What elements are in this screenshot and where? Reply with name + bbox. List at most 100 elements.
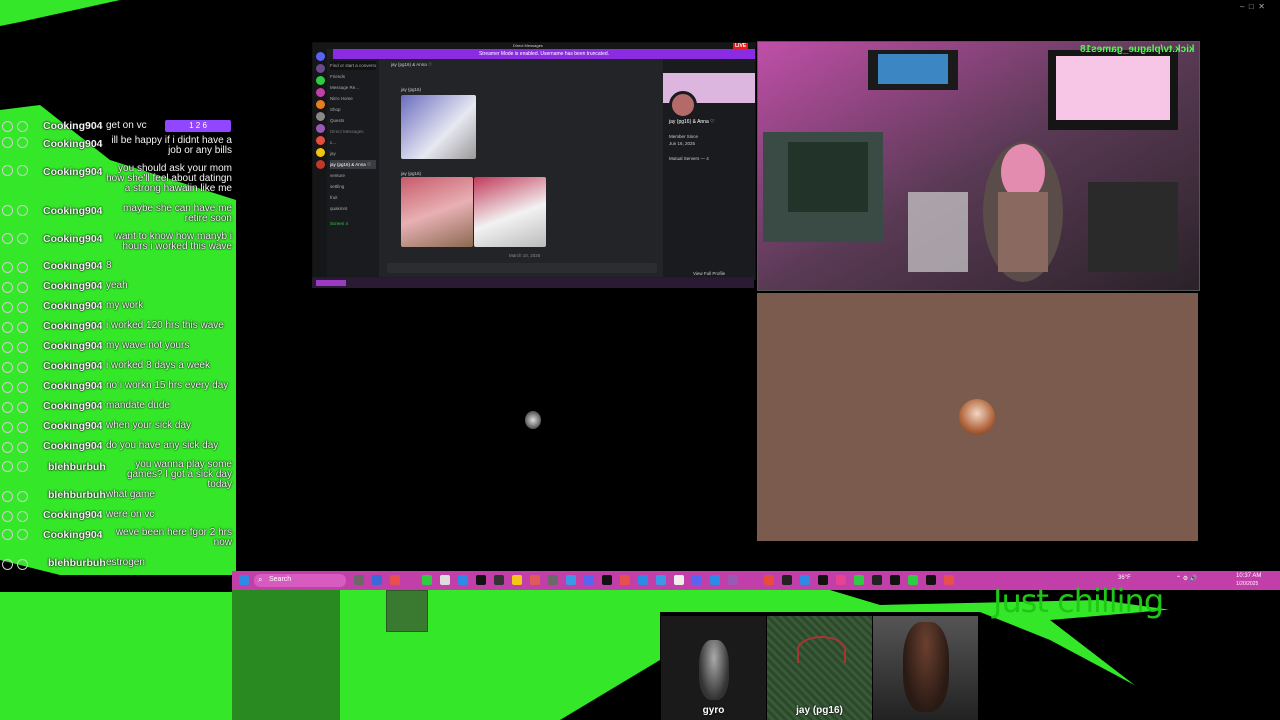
participant-avatar[interactable] (959, 399, 995, 435)
server-icon[interactable] (315, 76, 325, 85)
message-input[interactable] (387, 263, 657, 273)
chat-message: Cooking904 were on vc (0, 510, 236, 524)
webcam-scene (758, 42, 1199, 290)
taskbar-app-icon[interactable] (548, 575, 558, 585)
taskbar-app-icon[interactable] (638, 575, 648, 585)
taskbar-app-icon[interactable] (422, 575, 432, 585)
taskbar-app-icon[interactable] (584, 575, 594, 585)
taskbar-app-icon[interactable] (656, 575, 666, 585)
chat-text: get on vc (106, 120, 147, 131)
taskbar-app-icon[interactable] (476, 575, 486, 585)
streamer-mode-banner: Streamer Mode is enabled. Username has b… (333, 49, 755, 59)
taskbar-app-icon[interactable] (872, 575, 882, 585)
participant-tile (757, 293, 1198, 541)
chat-message: Cooking904 maybe she can have me retire … (0, 204, 236, 228)
taskbar-app-icon[interactable] (372, 575, 382, 585)
dm-item[interactable]: fruit (330, 193, 376, 202)
nav-message-requests[interactable]: Message Re... (330, 83, 376, 92)
taskbar-app-icon[interactable] (710, 575, 720, 585)
discord-window: Direct Messages LIVE Streamer Mode is en… (312, 42, 756, 280)
taskbar-app-icon[interactable] (440, 575, 450, 585)
chat-message: Cooking904 do you have any sick day (0, 441, 236, 455)
webcam-feed: kick.tv/plague_games18 (757, 41, 1200, 291)
taskbar-app-icon[interactable] (836, 575, 846, 585)
participant-tile[interactable]: gyro (661, 616, 766, 720)
chat-message: Cooking904 8 (0, 261, 236, 275)
server-icon[interactable] (315, 112, 325, 121)
clock-date[interactable]: 1/20/2025 (1236, 581, 1258, 587)
taskbar-app-icon[interactable] (458, 575, 468, 585)
message-author: jay (pg16) (401, 87, 422, 92)
server-icon[interactable] (315, 124, 325, 133)
taskbar-app-icon[interactable] (692, 575, 702, 585)
nav-nitro[interactable]: Nitro Home (330, 94, 376, 103)
discord-home-icon[interactable] (315, 52, 325, 61)
taskbar-app-icon[interactable] (926, 575, 936, 585)
chat-title: jay (pg16) & Anna ♡ (391, 62, 433, 67)
chat-message: Cooking904 i worked 8 days a week (0, 361, 236, 375)
message-image[interactable] (474, 177, 546, 247)
weather-widget[interactable]: 36°F (1118, 575, 1131, 581)
chat-message: Cooking904 yeah (0, 281, 236, 295)
server-icon[interactable] (315, 64, 325, 73)
nav-friends[interactable]: Friends (330, 72, 376, 81)
taskbar-app-icon[interactable] (566, 575, 576, 585)
system-tray[interactable]: ⌃ ⚙ 🔊 (1176, 575, 1197, 582)
clock-time[interactable]: 10:37 AM (1236, 573, 1261, 579)
participant-tile[interactable] (873, 616, 978, 720)
taskbar-app-icon[interactable] (354, 575, 364, 585)
taskbar-app-icon[interactable] (620, 575, 630, 585)
taskbar-app-icon[interactable] (728, 575, 738, 585)
taskbar-app-icon[interactable] (908, 575, 918, 585)
taskbar-app-icon[interactable] (530, 575, 540, 585)
chat-message: Cooking904 no i workn 15 hrs every day (0, 381, 236, 395)
message-image[interactable] (401, 95, 476, 159)
server-icon[interactable] (315, 100, 325, 109)
dm-search[interactable]: Find or start a conversation (330, 61, 376, 70)
close-icon[interactable]: ✕ (1258, 2, 1265, 11)
chat-message: Cooking904 when your sick day (0, 421, 236, 435)
profile-avatar[interactable] (669, 91, 697, 119)
participant-avatar-small[interactable] (525, 411, 541, 429)
taskbar-app-icon[interactable] (764, 575, 774, 585)
taskbar-app-icon[interactable] (944, 575, 954, 585)
server-icon[interactable] (315, 148, 325, 157)
dm-item[interactable]: c... (330, 138, 376, 147)
message-author: jay (pg16) (401, 171, 422, 176)
taskbar-app-icon[interactable] (602, 575, 612, 585)
chat-message: blehburbuh estrogen (0, 558, 236, 572)
date-divider: March 10, 2025 (509, 253, 541, 258)
taskbar-app-icon[interactable] (782, 575, 792, 585)
nav-shop[interactable]: Shop (330, 105, 376, 114)
nav-quests[interactable]: Quests (330, 116, 376, 125)
dm-item[interactable]: jay (330, 149, 376, 158)
taskbar-app-icon[interactable] (818, 575, 828, 585)
message-image[interactable] (401, 177, 473, 247)
taskbar-app-icon[interactable] (854, 575, 864, 585)
maximize-icon[interactable]: □ (1249, 2, 1254, 11)
taskbar-app-icon[interactable] (800, 575, 810, 585)
mutual-servers[interactable]: Mutual Servers — 4 (669, 156, 709, 161)
minimize-icon[interactable]: – (1240, 2, 1244, 11)
taskbar-search[interactable]: ⌕ Search (254, 574, 346, 587)
dm-item-active[interactable]: jay (pg16) & Anna ♡ (330, 160, 376, 169)
taskbar-app-icon[interactable] (494, 575, 504, 585)
dm-item[interactable]: venture (330, 171, 376, 180)
mod-icons (2, 121, 36, 133)
dm-item[interactable]: settling (330, 182, 376, 191)
server-icon[interactable] (315, 160, 325, 169)
taskbar-app-icon[interactable] (512, 575, 522, 585)
participant-tile[interactable]: jay (pg16) (767, 616, 872, 720)
user-profile-panel: jay (pg16) & Anna ♡ Member Since Jun 16,… (663, 59, 755, 277)
server-icon[interactable] (315, 136, 325, 145)
chat-message: Cooking904 my wave not yours (0, 341, 236, 355)
dm-item[interactable]: quakmnt (330, 204, 376, 213)
windows-start-icon[interactable] (239, 575, 249, 585)
taskbar-app-icon[interactable] (674, 575, 684, 585)
channel-overlay-text: kick.tv/plague_games18 (1080, 44, 1195, 55)
profile-name: jay (pg16) & Anna ♡ (669, 119, 715, 125)
taskbar-app-icon[interactable] (890, 575, 900, 585)
taskbar-app-icon[interactable] (390, 575, 400, 585)
view-full-profile-link[interactable]: View Full Profile (693, 271, 725, 276)
server-icon[interactable] (315, 88, 325, 97)
